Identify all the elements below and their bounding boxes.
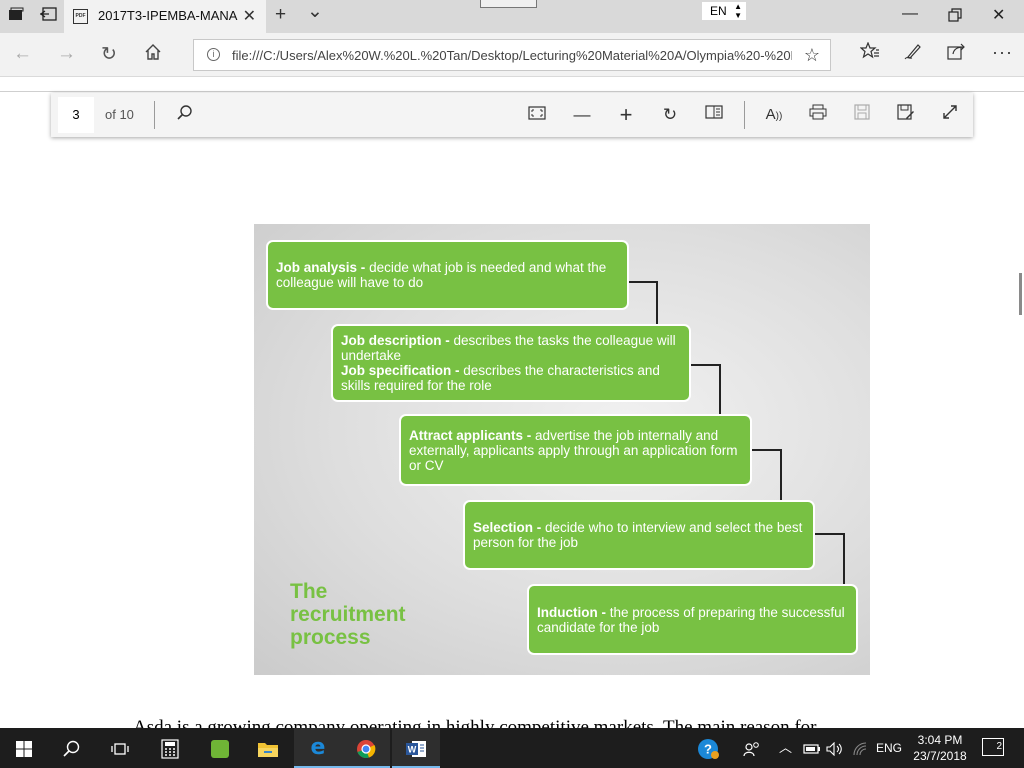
pdf-file-icon: PDF	[73, 9, 88, 24]
print-icon[interactable]	[806, 104, 830, 126]
battery-icon[interactable]	[803, 728, 821, 768]
step-term: Job specification -	[341, 363, 460, 378]
address-bar[interactable]: i file:///C:/Users/Alex%20W.%20L.%20Tan/…	[193, 39, 831, 71]
toolbar-divider	[744, 101, 745, 129]
more-icon[interactable]: ···	[992, 42, 1013, 63]
windows-taskbar: e W ? ︿ ENG 3:04 PM 23/7/2018 2	[0, 728, 1024, 768]
figure-title: The recruitment process	[290, 580, 406, 649]
step-job-description: Job description - describes the tasks th…	[331, 324, 691, 402]
volume-icon[interactable]	[826, 728, 844, 768]
recruitment-process-figure: Job analysis - decide what job is needed…	[254, 224, 870, 675]
language-label: EN	[710, 4, 727, 18]
page-number-input[interactable]: 3	[58, 97, 94, 133]
notification-count: 2	[996, 741, 1002, 752]
svg-text:W: W	[408, 745, 417, 755]
browser-tab[interactable]: PDF 2017T3-IPEMBA-MANA ✕	[64, 0, 266, 33]
home-icon[interactable]	[144, 43, 162, 67]
tab-title: 2017T3-IPEMBA-MANA	[98, 8, 238, 23]
step-term: Selection -	[473, 520, 542, 535]
pdf-toolbar: 3 of 10 — + ↻ A))	[51, 93, 973, 137]
step-selection: Selection - decide who to interview and …	[463, 500, 815, 570]
minimize-icon[interactable]: —	[902, 5, 918, 23]
tabs-aside-icon[interactable]	[6, 7, 26, 25]
step-induction: Induction - the process of preparing the…	[527, 584, 858, 655]
page-layout-icon[interactable]	[702, 104, 726, 126]
word-icon[interactable]: W	[392, 728, 440, 768]
favorites-hub-icon[interactable]	[859, 41, 880, 65]
search-icon[interactable]	[48, 728, 96, 768]
close-window-icon[interactable]: ✕	[992, 5, 1005, 25]
refresh-icon[interactable]: ↻	[101, 43, 117, 66]
step-term: Job description -	[341, 333, 450, 348]
navigation-bar: ← → ↻ i file:///C:/Users/Alex%20W.%20L.%…	[0, 33, 1024, 77]
wifi-icon[interactable]	[852, 728, 868, 768]
pen-icon[interactable]	[904, 42, 922, 65]
favorite-star-icon[interactable]: ☆	[804, 45, 820, 66]
step-job-analysis: Job analysis - decide what job is needed…	[266, 240, 629, 310]
input-language[interactable]: ENG	[876, 728, 902, 768]
tab-preview-icon[interactable]: ⌄	[307, 0, 323, 23]
arrow-4	[814, 533, 853, 595]
toolbar-divider	[154, 101, 155, 129]
forward-icon[interactable]: →	[57, 43, 76, 65]
new-tab-icon[interactable]: +	[275, 4, 286, 26]
action-center-icon[interactable]: 2	[982, 738, 1004, 756]
task-view-icon[interactable]	[96, 728, 144, 768]
share-icon[interactable]	[947, 42, 967, 65]
figure-title-line: process	[290, 626, 371, 649]
fit-page-icon[interactable]	[525, 104, 549, 126]
restore-icon[interactable]	[948, 5, 962, 27]
language-spinner-icon: ▲ ▼	[734, 2, 742, 20]
step-attract-applicants: Attract applicants - advertise the job i…	[399, 414, 752, 486]
rotate-icon[interactable]: ↻	[658, 104, 682, 126]
chevron-up-icon[interactable]: ︿	[779, 728, 792, 768]
restore-tabs-icon[interactable]	[38, 7, 58, 25]
save-as-icon[interactable]	[894, 104, 918, 126]
step-term: Induction -	[537, 604, 606, 620]
back-icon[interactable]: ←	[13, 43, 32, 65]
close-tab-icon[interactable]: ✕	[243, 6, 256, 26]
fullscreen-icon[interactable]	[938, 104, 962, 126]
clock-time: 3:04 PM	[917, 733, 963, 747]
zoom-in-icon[interactable]: +	[614, 104, 638, 126]
chrome-icon[interactable]	[342, 728, 390, 768]
info-icon[interactable]: i	[207, 48, 220, 61]
zoom-out-icon[interactable]: —	[570, 104, 594, 126]
pdf-page-area: 3 of 10 — + ↻ A)) Job analysis - decide …	[0, 78, 1024, 728]
system-clock[interactable]: 3:04 PM 23/7/2018	[906, 732, 974, 764]
step-term: Job analysis -	[276, 260, 366, 275]
page-count-label: of 10	[105, 107, 134, 122]
search-icon[interactable]	[173, 104, 197, 126]
evernote-icon[interactable]	[196, 728, 244, 768]
start-icon[interactable]	[0, 728, 48, 768]
clock-date: 23/7/2018	[913, 749, 967, 763]
title-bar: PDF 2017T3-IPEMBA-MANA ✕ + ⌄ EN ▲ ▼ — ✕	[0, 0, 1024, 33]
calculator-icon[interactable]	[146, 728, 194, 768]
page-divider	[0, 91, 1024, 92]
edge-icon[interactable]: e	[294, 728, 342, 768]
language-indicator[interactable]: EN ▲ ▼	[702, 2, 746, 20]
figure-title-line: The	[290, 580, 328, 603]
help-icon[interactable]: ?	[697, 728, 719, 768]
step-term: Attract applicants -	[409, 427, 532, 443]
svg-text:?: ?	[704, 741, 712, 756]
file-explorer-icon[interactable]	[244, 728, 292, 768]
window-drag-handle[interactable]	[480, 0, 537, 8]
read-aloud-icon[interactable]: A))	[762, 104, 786, 126]
vertical-scrollbar[interactable]	[1019, 273, 1022, 315]
body-paragraph: Asda is a growing company operating in h…	[133, 717, 817, 728]
save-icon[interactable]	[850, 104, 874, 126]
people-icon[interactable]	[743, 728, 761, 768]
figure-title-line: recruitment	[290, 603, 406, 626]
address-url[interactable]: file:///C:/Users/Alex%20W.%20L.%20Tan/De…	[232, 48, 792, 63]
